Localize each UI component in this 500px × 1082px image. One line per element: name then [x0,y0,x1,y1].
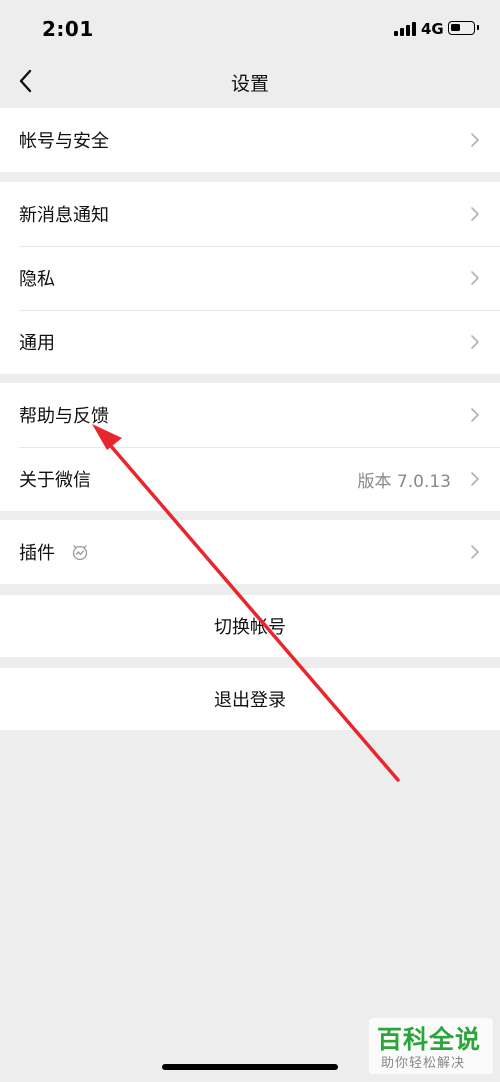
status-time: 2:01 [42,17,94,41]
settings-item-help-feedback[interactable]: 帮助与反馈 [0,383,500,447]
settings-item-label: 帮助与反馈 [19,406,109,427]
logout-group: 退出登录 [0,668,500,730]
settings-item-account-security[interactable]: 帐号与安全 [0,108,500,172]
settings-item-label: 新消息通知 [19,205,109,226]
version-text: 版本 7.0.13 [357,471,451,492]
settings-item-label: 插件 [19,543,55,564]
logout-button[interactable]: 退出登录 [0,668,500,730]
settings-item-privacy[interactable]: 隐私 [0,246,500,310]
settings-item-label: 关于微信 [19,470,91,491]
page-title: 设置 [230,73,269,95]
chevron-right-icon [471,207,479,221]
settings-group-general: 新消息通知 隐私 通用 [0,182,500,374]
nav-bar: 设置 [0,58,500,104]
settings-group-plugins: 插件 [0,520,500,584]
battery-icon [448,21,479,35]
watermark: 百科全说 助你轻松解决 [369,1018,493,1074]
logout-label: 退出登录 [214,690,286,711]
chevron-right-icon [471,335,479,349]
plugin-icon [72,545,88,561]
chevron-right-icon [471,545,479,559]
settings-group-help: 帮助与反馈 关于微信 版本 7.0.13 [0,383,500,511]
signal-icon [394,22,418,36]
settings-item-about[interactable]: 关于微信 版本 7.0.13 [0,447,500,511]
settings-item-notifications[interactable]: 新消息通知 [0,182,500,246]
watermark-title: 百科全说 [377,1025,482,1054]
status-bar: 2:01 4G [0,0,500,58]
chevron-right-icon [471,271,479,285]
switch-account-group: 切换帐号 [0,595,500,657]
home-indicator[interactable] [162,1064,338,1070]
settings-group-account: 帐号与安全 [0,108,500,172]
watermark-subtitle: 助你轻松解决 [381,1056,466,1071]
settings-item-label: 通用 [19,333,55,354]
chevron-right-icon [471,472,479,486]
settings-item-label: 隐私 [19,269,55,290]
settings-item-general[interactable]: 通用 [0,310,500,374]
settings-item-plugins[interactable]: 插件 [0,520,500,584]
chevron-right-icon [471,133,479,147]
switch-account-label: 切换帐号 [214,617,286,638]
switch-account-button[interactable]: 切换帐号 [0,595,500,657]
chevron-right-icon [471,408,479,422]
settings-item-label: 帐号与安全 [19,131,109,152]
network-type: 4G [421,20,444,38]
